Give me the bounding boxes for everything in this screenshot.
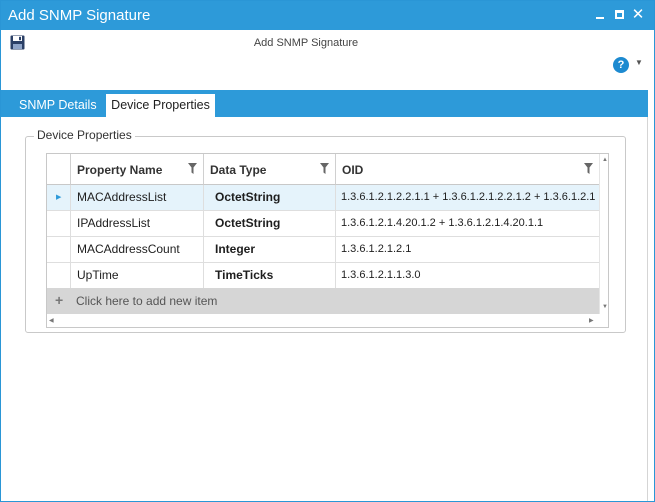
- tab-content: Device Properties Property Name Data Typ…: [1, 117, 648, 501]
- window-title: Add SNMP Signature: [8, 7, 151, 24]
- table-row[interactable]: UpTime TimeTicks 1.3.6.1.2.1.1.3.0: [47, 263, 599, 289]
- column-header-property-name[interactable]: Property Name: [71, 154, 204, 185]
- close-button[interactable]: ✕: [631, 7, 645, 23]
- column-header-label: Property Name: [77, 163, 163, 177]
- table-row[interactable]: MACAddressCount Integer 1.3.6.1.2.1.2.1: [47, 237, 599, 263]
- row-indicator: [47, 263, 71, 288]
- filter-icon[interactable]: [188, 163, 197, 174]
- device-properties-grid: Property Name Data Type OID ▶ MACAddress…: [46, 153, 609, 328]
- add-new-item-row[interactable]: + Click here to add new item: [47, 288, 599, 314]
- maximize-icon: [614, 10, 624, 19]
- tab-device-properties[interactable]: Device Properties: [106, 94, 215, 117]
- cell-data-type[interactable]: OctetString: [204, 211, 336, 236]
- cell-oid[interactable]: 1.3.6.1.2.1.2.2.1.1 + 1.3.6.1.2.1.2.2.1.…: [336, 185, 599, 210]
- cell-oid[interactable]: 1.3.6.1.2.1.4.20.1.2 + 1.3.6.1.2.1.4.20.…: [336, 211, 599, 236]
- table-row[interactable]: IPAddressList OctetString 1.3.6.1.2.1.4.…: [47, 211, 599, 237]
- vertical-scrollbar[interactable]: ▲ ▼: [599, 154, 608, 314]
- current-row-arrow-icon: ▶: [56, 194, 62, 201]
- cell-oid[interactable]: 1.3.6.1.2.1.2.1: [336, 237, 599, 262]
- column-header-data-type[interactable]: Data Type: [204, 154, 336, 185]
- dialog-window: Add SNMP Signature ✕ Add SNMP Signature …: [0, 0, 655, 502]
- row-indicator: [47, 237, 71, 262]
- cell-data-type[interactable]: TimeTicks: [204, 263, 336, 288]
- filter-icon[interactable]: [320, 163, 329, 174]
- cell-property-name[interactable]: IPAddressList: [71, 211, 204, 236]
- dialog-caption: Add SNMP Signature: [253, 37, 359, 49]
- cell-oid[interactable]: 1.3.6.1.2.1.1.3.0: [336, 263, 599, 288]
- close-icon: ✕: [631, 6, 645, 23]
- plus-icon: +: [55, 292, 64, 308]
- column-header-label: Data Type: [210, 163, 267, 177]
- tab-bar: SNMP Details Device Properties: [1, 90, 648, 117]
- tab-snmp-details[interactable]: SNMP Details: [11, 94, 105, 117]
- scroll-left-icon[interactable]: ◀: [49, 317, 54, 324]
- column-header-oid[interactable]: OID: [336, 154, 599, 185]
- table-row[interactable]: ▶ MACAddressList OctetString 1.3.6.1.2.1…: [47, 185, 599, 211]
- cell-data-type[interactable]: Integer: [204, 237, 336, 262]
- toolbar: Add SNMP Signature ? ▼: [1, 30, 654, 88]
- cell-data-type[interactable]: OctetString: [204, 185, 336, 210]
- maximize-button[interactable]: [612, 7, 626, 23]
- cell-property-name[interactable]: UpTime: [71, 263, 204, 288]
- help-icon[interactable]: ?: [613, 57, 629, 73]
- scroll-down-icon[interactable]: ▼: [602, 304, 608, 310]
- cell-property-name[interactable]: MACAddressCount: [71, 237, 204, 262]
- scroll-right-icon[interactable]: ▶: [589, 317, 594, 324]
- scroll-up-icon[interactable]: ▲: [602, 157, 608, 163]
- horizontal-scrollbar[interactable]: ◀ ▶: [47, 314, 608, 327]
- add-new-item-label: Click here to add new item: [76, 294, 218, 308]
- cell-property-name[interactable]: MACAddressList: [71, 185, 204, 210]
- chevron-down-icon[interactable]: ▼: [635, 58, 643, 67]
- filter-icon[interactable]: [584, 163, 593, 174]
- group-legend: Device Properties: [34, 128, 135, 142]
- minimize-icon: [596, 17, 604, 19]
- minimize-button[interactable]: [593, 7, 607, 23]
- row-indicator: ▶: [47, 185, 71, 210]
- column-header-label: OID: [342, 163, 364, 177]
- row-indicator: [47, 211, 71, 236]
- title-bar: Add SNMP Signature ✕: [1, 1, 654, 30]
- row-indicator-header: [47, 154, 71, 185]
